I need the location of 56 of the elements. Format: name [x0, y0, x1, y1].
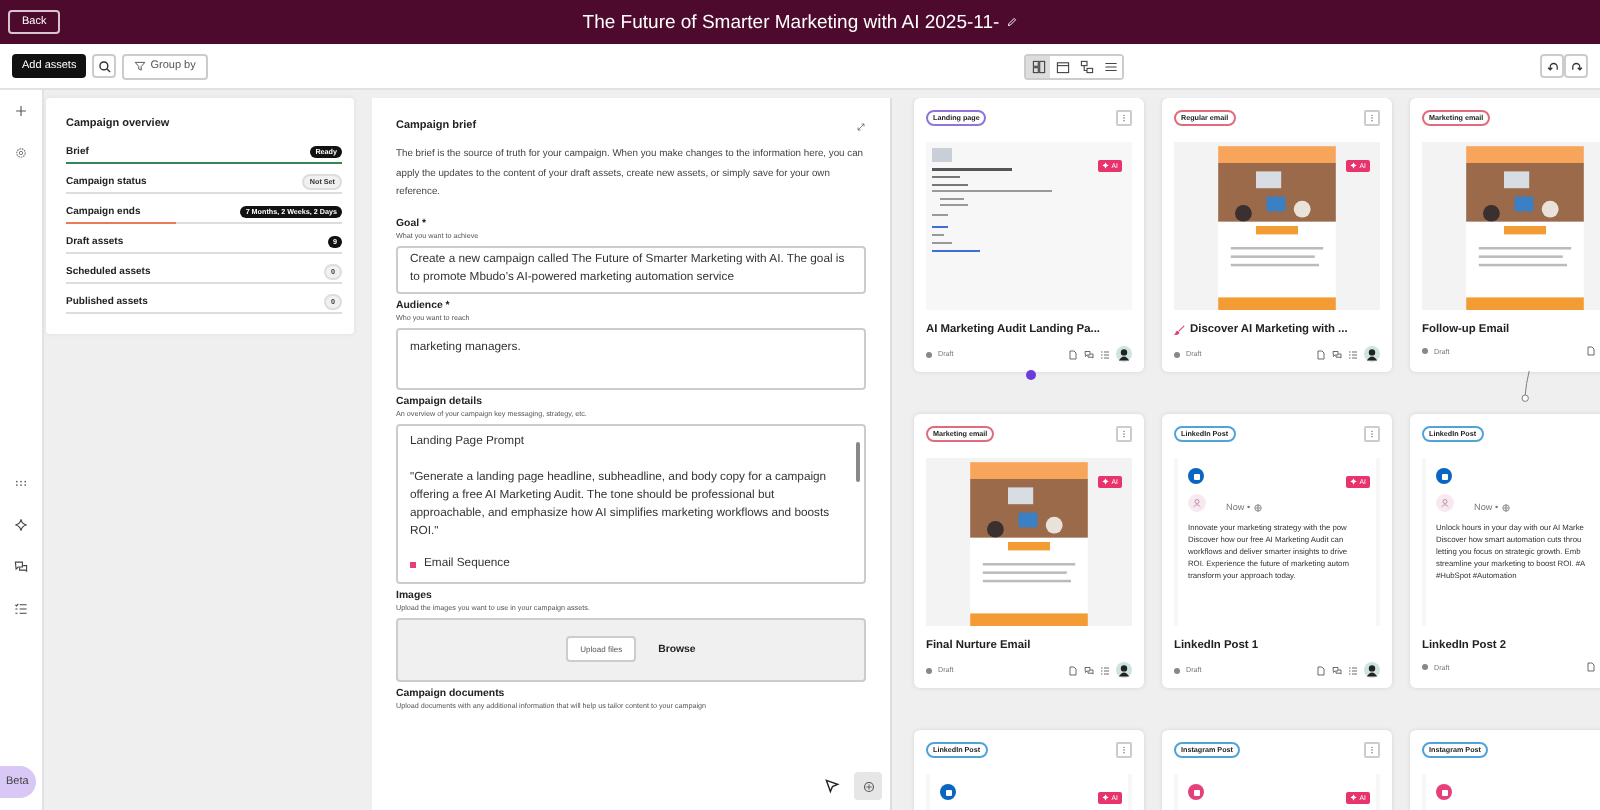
undo-icon: [1545, 59, 1559, 73]
bullet-icon: [410, 561, 416, 568]
checklist-icon[interactable]: [1100, 349, 1110, 359]
asset-card[interactable]: [1410, 414, 1600, 688]
chat-icon[interactable]: [14, 560, 28, 574]
sparkle-icon[interactable]: [14, 518, 28, 532]
status-dot-icon: [926, 667, 932, 673]
status-dot-icon: [926, 351, 932, 357]
chat-icon[interactable]: [1332, 665, 1342, 675]
document-icon[interactable]: [1316, 665, 1326, 675]
status-dot-icon: [1174, 667, 1180, 673]
asset-card[interactable]: [1162, 414, 1392, 688]
status-dot-icon: [1174, 351, 1180, 357]
status-dot-icon: [1422, 664, 1428, 670]
connector-line: [1518, 370, 1534, 404]
avatar-icon: [1188, 493, 1206, 511]
checklist-icon[interactable]: [1348, 665, 1358, 675]
page-thumbnail-drawing: [930, 146, 1054, 254]
calendar-icon: [1055, 59, 1069, 73]
document-icon[interactable]: [1586, 662, 1596, 672]
edit-icon[interactable]: [1005, 16, 1018, 28]
checklist-icon[interactable]: [1348, 349, 1358, 359]
flow-view-button[interactable]: [1074, 55, 1098, 77]
chat-icon[interactable]: [1332, 349, 1342, 359]
settings-icon[interactable]: [14, 146, 28, 160]
document-icon[interactable]: [1586, 346, 1596, 356]
crosshair-icon: [861, 779, 875, 793]
globe-icon: [1254, 503, 1263, 511]
pan-button[interactable]: [854, 772, 882, 800]
flow-icon: [1079, 59, 1093, 73]
list-icon: [1103, 59, 1117, 73]
search-button[interactable]: [92, 54, 117, 78]
details-field[interactable]: [396, 423, 866, 584]
chat-icon[interactable]: [1084, 349, 1094, 359]
document-icon[interactable]: [1068, 665, 1078, 675]
scrollbar[interactable]: [856, 441, 860, 481]
campaign-title: The Future of Smarter Marketing with AI 2025-11-: [582, 11, 1000, 33]
filter-icon: [134, 60, 147, 72]
globe-icon: [1502, 503, 1511, 511]
search-icon: [97, 59, 112, 73]
checklist-icon[interactable]: [14, 602, 28, 616]
cursor-dot: [1026, 370, 1036, 380]
redo-icon: [1569, 59, 1583, 73]
pointer-icon[interactable]: [824, 778, 840, 794]
chat-icon[interactable]: [1084, 665, 1094, 675]
checklist-icon[interactable]: [1100, 665, 1110, 675]
board-view-button[interactable]: [1026, 55, 1050, 77]
document-icon[interactable]: [1068, 349, 1078, 359]
redo-button[interactable]: [1564, 54, 1588, 78]
status-dot-icon: [1422, 348, 1428, 354]
avatar-icon: [1436, 493, 1454, 511]
expand-icon[interactable]: [856, 121, 866, 131]
board-icon: [1031, 59, 1045, 73]
document-icon[interactable]: [1316, 349, 1326, 359]
undo-button[interactable]: [1540, 54, 1564, 78]
plus-icon[interactable]: [14, 104, 28, 118]
